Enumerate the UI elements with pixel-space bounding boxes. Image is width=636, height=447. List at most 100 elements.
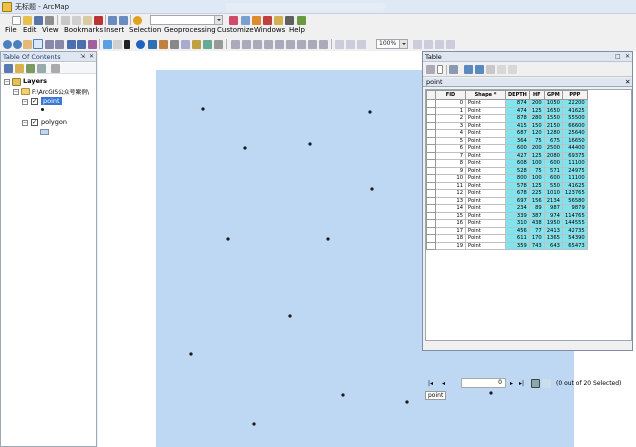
folder-path-label[interactable]: F:\ArcGIS公众号案例\ bbox=[32, 87, 89, 96]
cell-ppp[interactable]: 123765 bbox=[561, 189, 588, 198]
cell-depth[interactable]: 364 bbox=[505, 136, 530, 145]
cell-depth[interactable]: 415 bbox=[505, 121, 530, 130]
table-tab-title[interactable]: point bbox=[426, 78, 443, 86]
list-by-visibility-icon[interactable] bbox=[26, 64, 35, 73]
close-icon[interactable]: ✕ bbox=[625, 53, 630, 60]
show-all-records-icon[interactable] bbox=[531, 379, 540, 388]
layout-zoom-combo[interactable]: 100% bbox=[376, 39, 408, 49]
map-point[interactable] bbox=[368, 110, 372, 114]
point-symbol-icon[interactable] bbox=[41, 108, 44, 111]
cell-ppp[interactable]: 42735 bbox=[561, 226, 588, 235]
add-data-icon[interactable] bbox=[133, 16, 142, 25]
cell-gpm[interactable]: 1010 bbox=[543, 189, 563, 198]
hyperlink-icon[interactable] bbox=[181, 40, 190, 49]
cell-fid[interactable]: 15 bbox=[435, 211, 466, 220]
map-point[interactable] bbox=[243, 146, 247, 150]
cell-shape[interactable]: Point bbox=[465, 211, 506, 220]
related-tables-icon[interactable] bbox=[449, 65, 458, 74]
cell-shape[interactable]: Point bbox=[465, 181, 506, 190]
last-record-icon[interactable]: ▸| bbox=[519, 380, 524, 387]
cell-gpm[interactable]: 675 bbox=[543, 136, 563, 145]
cell-ppp[interactable]: 55500 bbox=[561, 114, 588, 123]
chevron-down-icon[interactable] bbox=[214, 16, 222, 24]
toggle-draft-mode-icon[interactable] bbox=[413, 40, 422, 49]
cell-shape[interactable]: Point bbox=[465, 99, 506, 108]
menu-help[interactable]: Help bbox=[289, 26, 305, 34]
cell-hf[interactable]: 387 bbox=[528, 211, 545, 220]
cell-depth[interactable]: 800 bbox=[505, 174, 530, 183]
cell-ppp[interactable]: 25640 bbox=[561, 129, 588, 138]
cell-depth[interactable]: 611 bbox=[505, 234, 530, 243]
paste-icon[interactable] bbox=[83, 16, 92, 25]
menu-geoprocessing[interactable]: Geoprocessing bbox=[164, 26, 216, 34]
row-selector[interactable] bbox=[426, 211, 436, 220]
cell-fid[interactable]: 8 bbox=[435, 159, 466, 168]
cell-fid[interactable]: 3 bbox=[435, 121, 466, 130]
cell-fid[interactable]: 16 bbox=[435, 219, 466, 228]
python-window-icon[interactable] bbox=[285, 16, 294, 25]
change-layout-icon[interactable] bbox=[435, 40, 444, 49]
menu-customize[interactable]: Customize bbox=[217, 26, 254, 34]
select-elements-arrow-icon[interactable] bbox=[124, 40, 130, 49]
zoom-100-icon[interactable] bbox=[275, 40, 284, 49]
polygon-layer-checkbox[interactable]: ✓ bbox=[31, 119, 38, 126]
column-header-hf[interactable]: HF bbox=[528, 90, 545, 100]
chevron-down-icon[interactable] bbox=[399, 40, 407, 48]
row-selector[interactable] bbox=[426, 219, 436, 228]
cell-gpm[interactable]: 571 bbox=[543, 166, 563, 175]
cell-ppp[interactable]: 22200 bbox=[561, 99, 588, 108]
map-point[interactable] bbox=[308, 142, 312, 146]
cell-hf[interactable]: 200 bbox=[528, 99, 545, 108]
cell-fid[interactable]: 0 bbox=[435, 99, 466, 108]
collapse-icon[interactable]: − bbox=[22, 120, 28, 126]
cell-shape[interactable]: Point bbox=[465, 204, 506, 213]
cell-gpm[interactable]: 1280 bbox=[543, 129, 563, 138]
cell-ppp[interactable]: 44400 bbox=[561, 144, 588, 153]
find-route-icon[interactable] bbox=[159, 40, 168, 49]
back-extent-icon[interactable] bbox=[67, 40, 76, 49]
cell-gpm[interactable]: 2150 bbox=[543, 121, 563, 130]
row-selector[interactable] bbox=[426, 99, 436, 108]
row-selector[interactable] bbox=[426, 189, 436, 198]
cell-fid[interactable]: 9 bbox=[435, 166, 466, 175]
cell-depth[interactable]: 678 bbox=[505, 189, 530, 198]
cell-fid[interactable]: 6 bbox=[435, 144, 466, 153]
next-layout-extent-icon[interactable] bbox=[319, 40, 328, 49]
table-row[interactable]: 8 Point 608 100 600 11100 bbox=[426, 159, 588, 168]
cell-hf[interactable]: 438 bbox=[528, 219, 545, 228]
cell-fid[interactable]: 4 bbox=[435, 129, 466, 138]
close-icon[interactable]: ✕ bbox=[89, 53, 94, 60]
close-tab-icon[interactable]: ✕ bbox=[625, 78, 630, 86]
cell-ppp[interactable]: 66600 bbox=[561, 121, 588, 130]
cell-fid[interactable]: 10 bbox=[435, 174, 466, 183]
cell-shape[interactable]: Point bbox=[465, 121, 506, 130]
cell-fid[interactable]: 1 bbox=[435, 106, 466, 115]
cell-fid[interactable]: 5 bbox=[435, 136, 466, 145]
table-row[interactable]: 1 Point 474 125 1650 41625 bbox=[426, 106, 588, 115]
cell-hf[interactable]: 150 bbox=[528, 121, 545, 130]
cell-hf[interactable]: 100 bbox=[528, 159, 545, 168]
menu-windows[interactable]: Windows bbox=[254, 26, 285, 34]
collapse-icon[interactable]: − bbox=[13, 89, 19, 95]
zoom-to-selected-icon[interactable] bbox=[497, 65, 506, 74]
show-selected-records-icon[interactable] bbox=[542, 379, 551, 388]
row-selector[interactable] bbox=[426, 226, 436, 235]
row-selector[interactable] bbox=[426, 144, 436, 153]
cell-gpm[interactable]: 987 bbox=[543, 204, 563, 213]
map-point[interactable] bbox=[252, 422, 256, 426]
layout-zoom-in-icon[interactable] bbox=[231, 40, 240, 49]
cell-gpm[interactable]: 1050 bbox=[543, 99, 563, 108]
cell-gpm[interactable]: 643 bbox=[543, 241, 563, 250]
cell-hf[interactable]: 75 bbox=[528, 136, 545, 145]
menu-bookmarks[interactable]: Bookmarks bbox=[64, 26, 103, 34]
table-row[interactable]: 13 Point 697 156 2134 56580 bbox=[426, 196, 588, 205]
cell-depth[interactable]: 310 bbox=[505, 219, 530, 228]
clear-selection-icon[interactable] bbox=[486, 65, 495, 74]
menu-view[interactable]: View bbox=[42, 26, 59, 34]
cell-fid[interactable]: 18 bbox=[435, 234, 466, 243]
table-row[interactable]: 5 Point 364 75 675 16650 bbox=[426, 136, 588, 145]
map-point[interactable] bbox=[341, 393, 345, 397]
current-record-field[interactable]: 0 bbox=[461, 378, 506, 388]
cell-hf[interactable]: 120 bbox=[528, 129, 545, 138]
row-selector[interactable] bbox=[426, 136, 436, 145]
